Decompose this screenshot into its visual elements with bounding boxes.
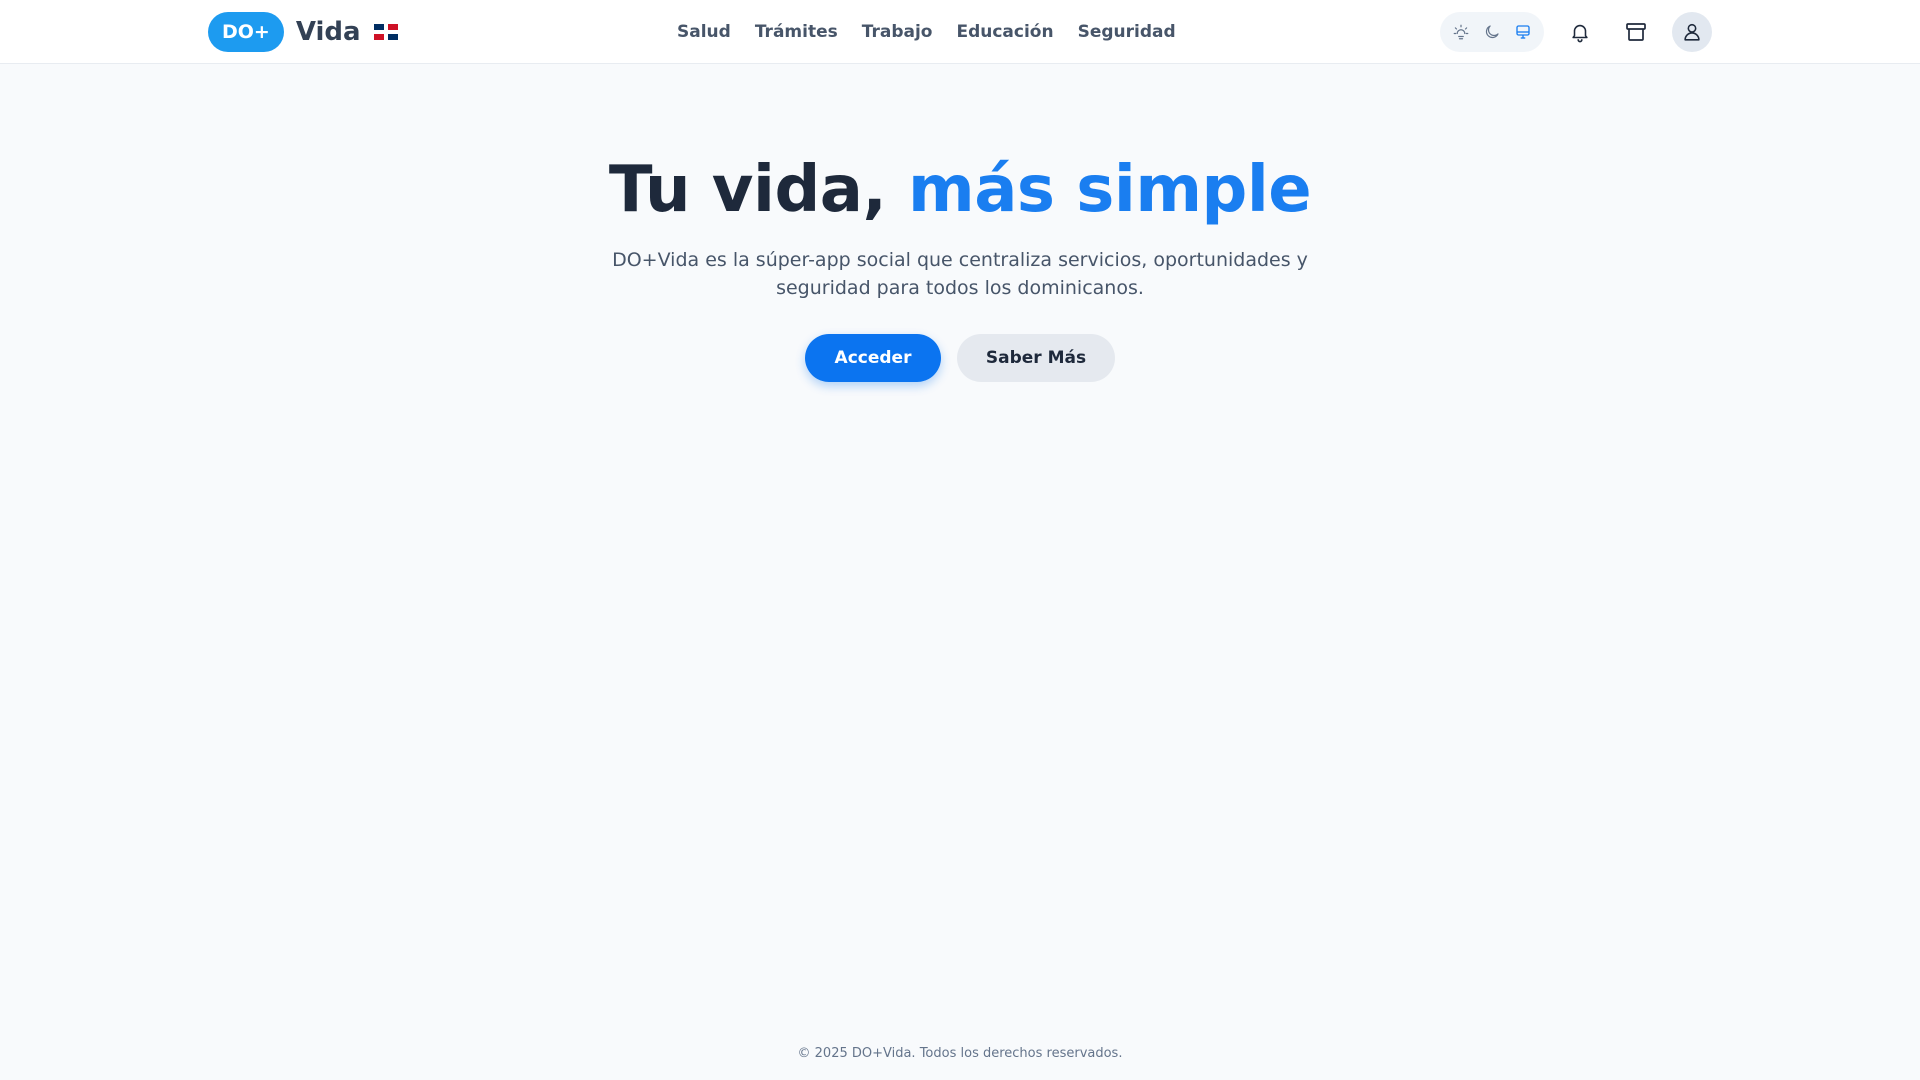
notifications-button[interactable] (1560, 12, 1600, 52)
main-nav: Salud Trámites Trabajo Educación Segurid… (677, 20, 1176, 44)
user-avatar-button[interactable] (1672, 12, 1712, 52)
saber-mas-button[interactable]: Saber Más (957, 334, 1115, 382)
hero-actions: Acceder Saber Más (0, 334, 1920, 382)
brand-badge: DO+ (208, 12, 284, 52)
archive-button[interactable] (1616, 12, 1656, 52)
light-theme-button[interactable] (1447, 18, 1475, 46)
acceder-button[interactable]: Acceder (805, 334, 941, 382)
brand-logo[interactable]: DO+ Vida (208, 12, 398, 52)
hero-title: Tu vida, más simple (0, 150, 1920, 230)
dark-theme-button[interactable] (1478, 18, 1506, 46)
bell-icon (1572, 24, 1588, 43)
nav-item-tramites[interactable]: Trámites (755, 22, 838, 42)
dominican-flag-icon (373, 24, 398, 40)
user-icon (1684, 23, 1700, 41)
nav-item-seguridad[interactable]: Seguridad (1078, 22, 1176, 42)
hero-title-main: Tu vida, (608, 153, 909, 227)
footer-copyright: © 2025 DO+Vida. Todos los derechos reser… (797, 1046, 1123, 1061)
theme-toggle (1440, 12, 1544, 52)
moon-icon (1485, 25, 1499, 39)
nav-item-salud[interactable]: Salud (677, 22, 731, 42)
system-theme-button[interactable] (1509, 18, 1537, 46)
hero-title-accent: más simple (908, 153, 1312, 227)
brand-name: Vida (295, 17, 361, 47)
top-header: DO+ Vida Salud Trámites Trabajo Educació… (0, 0, 1920, 64)
nav-item-trabajo[interactable]: Trabajo (862, 22, 933, 42)
nav-item-educacion[interactable]: Educación (956, 22, 1053, 42)
hero-section: Tu vida, más simple DO+Vida es la súper-… (0, 150, 1920, 382)
hero-subtitle: DO+Vida es la súper-app social que centr… (612, 249, 1308, 299)
sun-icon (1453, 24, 1469, 40)
monitor-icon (1515, 25, 1530, 39)
box-icon (1626, 23, 1646, 41)
